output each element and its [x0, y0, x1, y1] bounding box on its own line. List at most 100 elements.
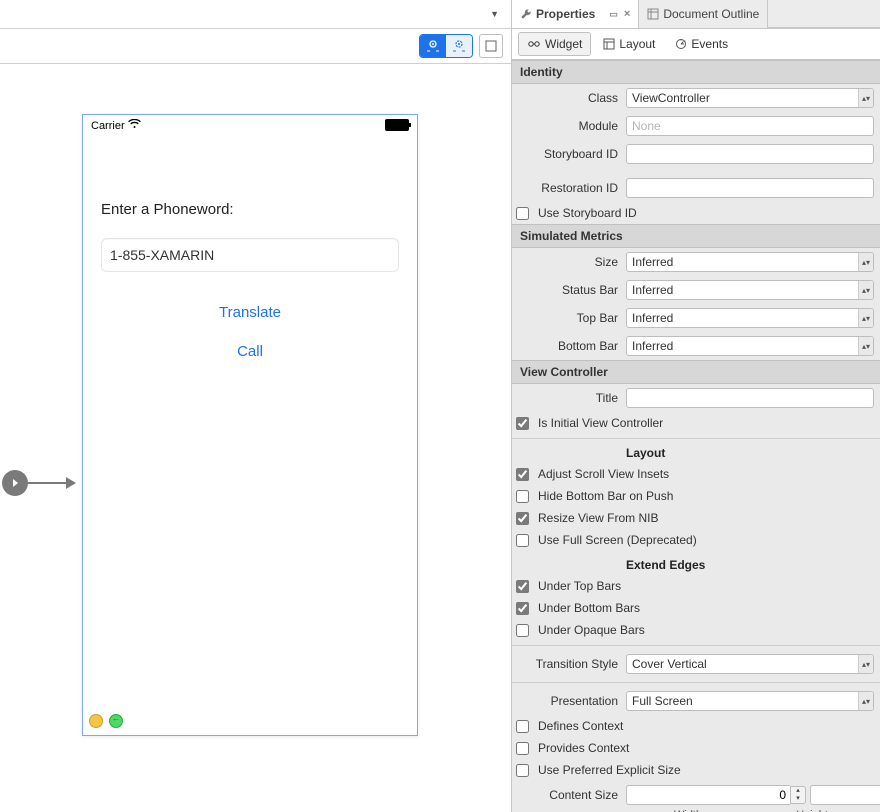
scene-dock[interactable] — [83, 711, 417, 735]
properties-tab[interactable]: Properties ▭ × — [512, 0, 639, 28]
events-icon — [675, 38, 687, 50]
constraint-mode-segmented[interactable] — [419, 34, 473, 58]
top-bar-label: Top Bar — [512, 311, 626, 325]
under-bottom-bars-checkbox[interactable] — [516, 602, 529, 615]
content-size-label: Content Size — [512, 788, 626, 802]
outline-icon — [647, 8, 659, 20]
module-input[interactable] — [626, 116, 874, 136]
close-tab-icon[interactable]: × — [624, 8, 630, 20]
presentation-select[interactable]: Full Screen ▴▾ — [626, 691, 874, 711]
phoneword-text-field[interactable]: 1-855-XAMARIN — [101, 238, 399, 272]
layout-icon — [603, 38, 615, 50]
chevron-updown-icon: ▴▾ — [858, 253, 873, 271]
first-responder-icon[interactable] — [89, 714, 103, 728]
under-top-bars-label: Under Top Bars — [538, 579, 621, 593]
layout-subheader: Layout — [626, 446, 665, 460]
chevron-updown-icon: ▴▾ — [858, 655, 873, 673]
content-width-input[interactable] — [626, 785, 790, 805]
storyboard-id-input[interactable] — [626, 144, 874, 164]
view-controller-header: View Controller — [512, 360, 880, 384]
initial-view-controller-arrow[interactable] — [2, 470, 76, 496]
class-label: Class — [512, 91, 626, 105]
adjust-scroll-insets-checkbox[interactable] — [516, 468, 529, 481]
layout-rectangle-button[interactable] — [479, 34, 503, 58]
top-bar-select[interactable]: Inferred ▴▾ — [626, 308, 874, 328]
panel-tabs: Properties ▭ × Document Outline — [512, 0, 880, 29]
title-label: Title — [512, 391, 626, 405]
provides-context-label: Provides Context — [538, 741, 629, 755]
adjust-scroll-insets-label: Adjust Scroll View Insets — [538, 467, 669, 481]
resize-from-nib-checkbox[interactable] — [516, 512, 529, 525]
translate-button[interactable]: Translate — [101, 292, 399, 321]
constraint-mode-frame-button[interactable] — [420, 35, 446, 57]
use-storyboard-id-label: Use Storyboard ID — [538, 206, 637, 220]
canvas-toolbar — [0, 29, 511, 64]
restoration-id-input[interactable] — [626, 178, 874, 198]
use-preferred-size-label: Use Preferred Explicit Size — [538, 763, 681, 777]
use-full-screen-checkbox[interactable] — [516, 534, 529, 547]
layout-sub-tab[interactable]: Layout — [595, 33, 663, 55]
storyboard-canvas[interactable]: Carrier Enter a Phoneword: 1-855-XAMARIN… — [0, 64, 511, 812]
view-as-dropdown[interactable]: ▼ — [484, 7, 505, 21]
chevron-updown-icon: ▴▾ — [858, 337, 873, 355]
restoration-id-label: Restoration ID — [512, 181, 626, 195]
phone-view-body: Enter a Phoneword: 1-855-XAMARIN Transla… — [83, 135, 417, 711]
under-opaque-bars-label: Under Opaque Bars — [538, 623, 645, 637]
status-bar-select[interactable]: Inferred ▴▾ — [626, 280, 874, 300]
widget-icon — [527, 38, 541, 50]
events-sub-tab[interactable]: Events — [667, 33, 736, 55]
bottom-bar-select[interactable]: Inferred ▴▾ — [626, 336, 874, 356]
identity-section-header: Identity — [512, 60, 880, 84]
storyboard-id-label: Storyboard ID — [512, 147, 626, 161]
chevron-updown-icon: ▴▾ — [858, 89, 873, 107]
provides-context-checkbox[interactable] — [516, 742, 529, 755]
title-input[interactable] — [626, 388, 874, 408]
carrier-label: Carrier — [91, 119, 141, 132]
defines-context-label: Defines Context — [538, 719, 623, 733]
hide-bottom-bar-label: Hide Bottom Bar on Push — [538, 489, 673, 503]
size-select[interactable]: Inferred ▴▾ — [626, 252, 874, 272]
inspector-sub-tabs: Widget Layout Events — [512, 29, 880, 60]
chevron-updown-icon: ▴▾ — [858, 309, 873, 327]
content-height-stepper[interactable]: ▴▾ — [810, 785, 880, 805]
call-button[interactable]: Call — [101, 341, 399, 360]
use-preferred-size-checkbox[interactable] — [516, 764, 529, 777]
under-top-bars-checkbox[interactable] — [516, 580, 529, 593]
constraint-mode-constraints-button[interactable] — [446, 35, 472, 57]
detach-icon[interactable]: ▭ — [609, 9, 620, 20]
transition-style-label: Transition Style — [512, 657, 626, 671]
content-height-input[interactable] — [810, 785, 880, 805]
view-controller-scene[interactable]: Carrier Enter a Phoneword: 1-855-XAMARIN… — [82, 114, 418, 736]
is-initial-vc-checkbox[interactable] — [516, 417, 529, 430]
entry-arrow-line — [28, 482, 66, 484]
design-canvas-panel: ▼ — [0, 0, 512, 812]
module-label: Module — [512, 119, 626, 133]
canvas-top-strip: ▼ — [0, 0, 511, 29]
content-width-stepper[interactable]: ▴▾ — [626, 785, 806, 805]
under-bottom-bars-label: Under Bottom Bars — [538, 601, 640, 615]
transition-style-select[interactable]: Cover Vertical ▴▾ — [626, 654, 874, 674]
widget-sub-tab[interactable]: Widget — [518, 32, 591, 56]
simulated-metrics-header: Simulated Metrics — [512, 224, 880, 248]
stepper-buttons[interactable]: ▴▾ — [790, 786, 806, 804]
class-select[interactable]: ViewController ▴▾ — [626, 88, 874, 108]
bottom-bar-label: Bottom Bar — [512, 339, 626, 353]
use-full-screen-label: Use Full Screen (Deprecated) — [538, 533, 697, 547]
entry-point-icon — [2, 470, 28, 496]
document-outline-tab[interactable]: Document Outline — [639, 0, 768, 28]
resize-from-nib-label: Resize View From NIB — [538, 511, 658, 525]
exit-icon[interactable] — [109, 714, 123, 728]
chevron-updown-icon: ▴▾ — [858, 692, 873, 710]
extend-edges-subheader: Extend Edges — [626, 558, 705, 572]
hide-bottom-bar-checkbox[interactable] — [516, 490, 529, 503]
presentation-label: Presentation — [512, 694, 626, 708]
under-opaque-bars-checkbox[interactable] — [516, 624, 529, 637]
wifi-icon — [128, 119, 141, 129]
battery-icon — [385, 119, 409, 131]
use-storyboard-id-checkbox[interactable] — [516, 207, 529, 220]
defines-context-checkbox[interactable] — [516, 720, 529, 733]
wrench-icon — [520, 8, 532, 20]
size-label: Size — [512, 255, 626, 269]
is-initial-vc-label: Is Initial View Controller — [538, 416, 663, 430]
chevron-updown-icon: ▴▾ — [858, 281, 873, 299]
